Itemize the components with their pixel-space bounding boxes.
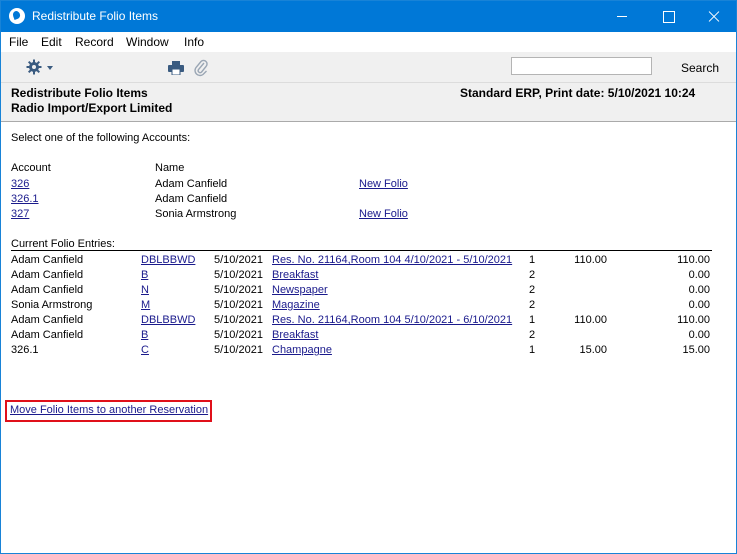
entries-heading: Current Folio Entries: (11, 238, 115, 250)
entry-description-link[interactable]: Breakfast (272, 329, 318, 341)
column-header-account: Account (11, 162, 51, 174)
report-body: Select one of the following Accounts: Ac… (1, 123, 736, 553)
entry-qty: 2 (529, 269, 536, 281)
printer-icon[interactable] (168, 61, 184, 75)
account-name: Sonia Armstrong (155, 208, 237, 220)
toolbar: Search (1, 52, 736, 83)
search-input[interactable] (511, 57, 652, 75)
entry-name: Adam Canfield (11, 329, 84, 341)
print-info: Standard ERP, Print date: 5/10/2021 10:2… (460, 86, 696, 100)
accounts-prompt: Select one of the following Accounts: (11, 132, 191, 144)
entry-price: 15.00 (579, 344, 607, 356)
entry-description-link[interactable]: Breakfast (272, 269, 318, 281)
entry-qty: 1 (529, 344, 536, 356)
entry-date: 5/10/2021 (214, 284, 263, 296)
account-name: Adam Canfield (155, 178, 228, 190)
menu-bar: File Edit Record Window Info (1, 32, 736, 52)
entry-description-link[interactable]: Res. No. 21164,Room 104 4/10/2021 - 5/10… (272, 254, 512, 266)
entry-date: 5/10/2021 (214, 269, 263, 281)
entry-qty: 2 (529, 299, 536, 311)
entry-total: 0.00 (688, 284, 710, 296)
account-name: Adam Canfield (155, 193, 228, 205)
entry-code-link[interactable]: DBLBBWD (141, 314, 195, 326)
app-logo-icon (9, 8, 25, 24)
entry-qty: 1 (529, 254, 536, 266)
entry-description-link[interactable]: Newspaper (272, 284, 328, 296)
account-link[interactable]: 326.1 (11, 193, 39, 205)
entry-date: 5/10/2021 (214, 329, 263, 341)
maximize-button[interactable] (645, 1, 691, 32)
new-folio-link[interactable]: New Folio (359, 178, 408, 190)
account-link[interactable]: 326 (11, 178, 29, 190)
move-folio-items-link[interactable]: Move Folio Items to another Reservation (10, 404, 208, 416)
minimize-button[interactable] (599, 1, 645, 32)
entry-qty: 2 (529, 284, 536, 296)
entry-total: 110.00 (677, 254, 710, 266)
close-button[interactable] (691, 1, 737, 32)
entry-total: 15.00 (682, 344, 710, 356)
entry-code-link[interactable]: B (141, 269, 148, 281)
entry-code-link[interactable]: B (141, 329, 148, 341)
report-title: Redistribute Folio Items (11, 86, 148, 100)
search-button[interactable]: Search (681, 61, 719, 75)
window-title: Redistribute Folio Items (32, 9, 159, 23)
entry-name: Adam Canfield (11, 269, 84, 281)
entry-total: 110.00 (677, 314, 710, 326)
entry-price: 110.00 (574, 254, 607, 266)
account-link[interactable]: 327 (11, 208, 29, 220)
entry-code-link[interactable]: N (141, 284, 149, 296)
new-folio-link[interactable]: New Folio (359, 208, 408, 220)
entry-name: Adam Canfield (11, 314, 84, 326)
paperclip-icon[interactable] (194, 59, 208, 77)
entry-description-link[interactable]: Res. No. 21164,Room 104 5/10/2021 - 6/10… (272, 314, 512, 326)
column-header-name: Name (155, 162, 185, 174)
entry-date: 5/10/2021 (214, 314, 263, 326)
entry-name: Sonia Armstrong (11, 299, 93, 311)
entry-description-link[interactable]: Champagne (272, 344, 332, 356)
title-bar: Redistribute Folio Items (1, 1, 736, 32)
company-name: Radio Import/Export Limited (11, 101, 173, 115)
entry-total: 0.00 (688, 329, 710, 341)
entry-qty: 1 (529, 314, 536, 326)
divider (11, 250, 712, 251)
entry-total: 0.00 (688, 299, 710, 311)
entry-name: 326.1 (11, 344, 39, 356)
entry-name: Adam Canfield (11, 284, 84, 296)
window: Redistribute Folio Items File Edit Recor… (0, 0, 737, 554)
entry-name: Adam Canfield (11, 254, 84, 266)
chevron-down-icon[interactable] (47, 66, 53, 70)
menu-edit[interactable]: Edit (41, 35, 62, 49)
gear-icon[interactable] (26, 59, 42, 75)
report-header: Redistribute Folio Items Radio Import/Ex… (1, 83, 736, 122)
entry-description-link[interactable]: Magazine (272, 299, 320, 311)
menu-record[interactable]: Record (75, 35, 114, 49)
menu-file[interactable]: File (9, 35, 28, 49)
menu-window[interactable]: Window (126, 35, 169, 49)
entry-total: 0.00 (688, 269, 710, 281)
entry-qty: 2 (529, 329, 536, 341)
entry-date: 5/10/2021 (214, 254, 263, 266)
entry-date: 5/10/2021 (214, 299, 263, 311)
entry-code-link[interactable]: C (141, 344, 149, 356)
menu-info[interactable]: Info (184, 35, 204, 49)
entry-price: 110.00 (574, 314, 607, 326)
entry-code-link[interactable]: DBLBBWD (141, 254, 195, 266)
entry-date: 5/10/2021 (214, 344, 263, 356)
entry-code-link[interactable]: M (141, 299, 150, 311)
